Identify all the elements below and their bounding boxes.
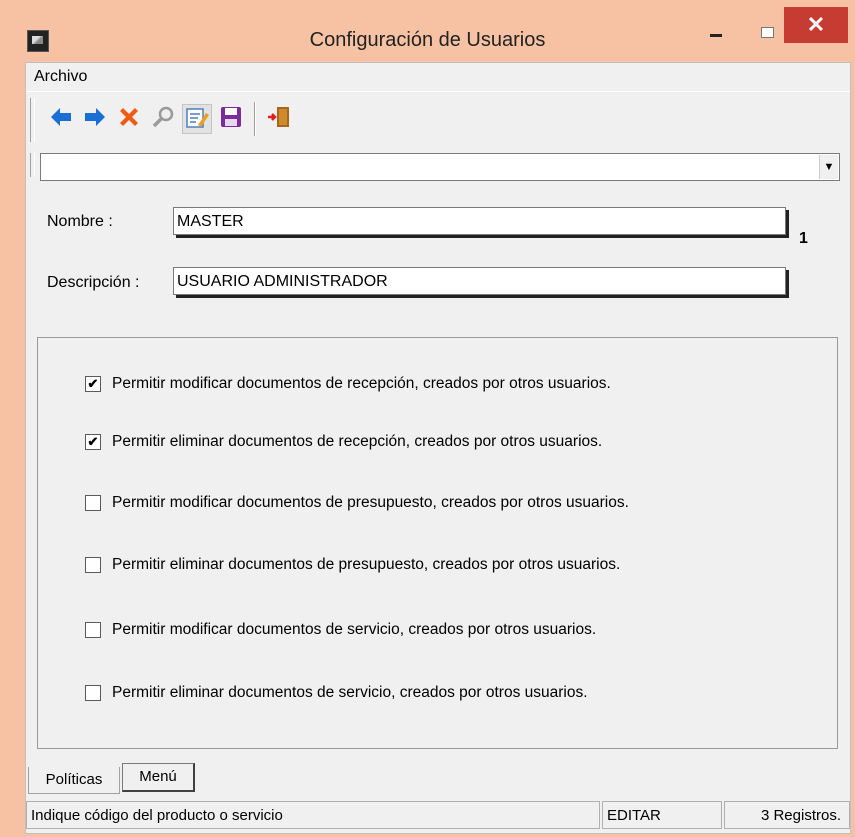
back-button[interactable] [46,104,76,134]
menu-archivo[interactable]: Archivo [34,68,87,86]
client-area: Archivo ▼ Nombre: MASTER 1 Descripción … [25,62,851,834]
combo-dropdown-button[interactable]: ▼ [819,155,838,179]
toolbar-separator [254,102,256,136]
x-icon [120,108,138,126]
maximize-button[interactable] [761,27,774,38]
checkbox[interactable] [85,495,101,511]
arrow-right-icon [85,108,105,126]
window-title: Configuración de Usuarios [309,29,546,51]
checkbox[interactable] [85,685,101,701]
option-label: Permitir eliminar documentos de presupue… [112,556,621,573]
option-label: Permitir eliminar documentos de servicio… [112,684,588,701]
option-label: Permitir modificar documentos de presupu… [112,494,629,511]
combo-grip[interactable] [30,153,35,177]
chevron-down-icon: ▼ [823,161,835,173]
status-mode: EDITAR [602,801,722,829]
title-bar[interactable]: Configuración de Usuarios ✕ [0,0,855,62]
floppy-icon [221,107,241,127]
delete-button[interactable] [114,104,144,134]
nombre-field[interactable]: MASTER [173,207,786,235]
descripcion-field[interactable]: USUARIO ADMINISTRADOR [173,267,786,295]
edit-button[interactable] [182,104,212,134]
arrow-left-icon [51,108,71,126]
option-label: Permitir modificar documentos de servici… [112,621,597,638]
checkbox[interactable] [85,622,101,638]
tab-politicas[interactable]: Políticas [28,767,120,794]
close-button[interactable]: ✕ [784,7,848,43]
checkbox[interactable]: ✔ [85,376,101,392]
app-window: Configuración de Usuarios ✕ Archivo ▼ No… [0,0,855,837]
status-hint: Indique código del producto o servicio [26,801,600,829]
descripcion-label: Descripción : [47,274,140,291]
save-button[interactable] [216,104,246,134]
edit-icon [186,108,209,128]
status-bar: Indique código del producto o servicio E… [26,801,850,831]
checkbox[interactable] [85,557,101,573]
exit-door-icon [268,107,289,127]
minimize-button[interactable] [710,34,722,37]
user-id-number: 1 [799,230,808,247]
toolbar-grip[interactable] [30,98,35,142]
policies-panel: ✔ Permitir modificar documentos de recep… [37,337,838,749]
record-combo[interactable]: ▼ [40,153,840,181]
status-records: 3 Registros. [724,801,850,829]
nombre-label: Nombre : [47,213,113,230]
combo-row: ▼ [26,151,850,181]
magnifier-icon [152,106,174,128]
tab-menu[interactable]: Menú [122,763,195,792]
toolbar [26,91,850,148]
option-label: Permitir eliminar documentos de recepció… [112,433,603,450]
exit-button[interactable] [264,104,294,134]
menu-bar: Archivo [26,63,850,91]
search-button[interactable] [148,104,178,134]
option-label: Permitir modificar documentos de recepci… [112,375,611,392]
checkbox[interactable]: ✔ [85,434,101,450]
forward-button[interactable] [80,104,110,134]
